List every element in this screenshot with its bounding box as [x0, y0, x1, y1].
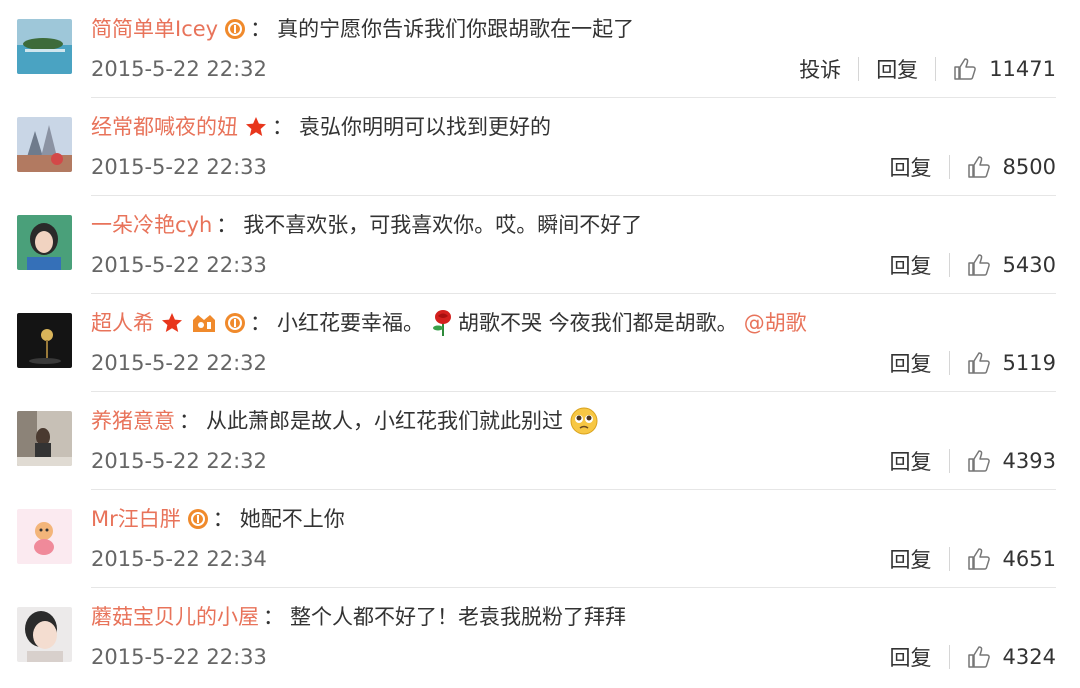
like-count: 5430 — [1002, 253, 1056, 277]
like-button[interactable]: 4651 — [967, 547, 1056, 571]
seascape-avatar-icon[interactable] — [17, 19, 72, 74]
action-divider — [948, 351, 950, 375]
comment-item: 经常都喊夜的妞 ： 袁弘你明明可以找到更好的 2015-5-22 22:33 回… — [0, 98, 1080, 196]
comment-timestamp: 2015-5-22 22:33 — [91, 253, 267, 277]
comment-list: 简简单单Icey ： 真的宁愿你告诉我们你跟胡歌在一起了 2015-5-22 2… — [0, 0, 1080, 688]
action-divider — [858, 57, 860, 81]
like-count: 4324 — [1002, 645, 1056, 669]
like-count: 4393 — [1002, 449, 1056, 473]
comment-item: 一朵冷艳cyh ： 我不喜欢张，可我喜欢你。哎。瞬间不好了 2015-5-22 … — [0, 196, 1080, 294]
castle-avatar-icon[interactable] — [17, 117, 72, 172]
member-badge-icon[interactable] — [190, 312, 218, 334]
commenter-name[interactable]: 超人希 — [91, 306, 154, 340]
face-avatar-icon[interactable] — [17, 607, 72, 662]
name-separator: ： — [250, 17, 272, 41]
reply-button[interactable]: 回复 — [890, 152, 932, 182]
commenter-name[interactable]: Mr汪白胖 — [91, 502, 181, 536]
comment-item: 养猪意意 ： 从此萧郎是故人，小红花我们就此别过 2015-5-22 22:32… — [0, 392, 1080, 490]
action-divider — [948, 449, 950, 473]
like-button[interactable]: 11471 — [953, 57, 1056, 81]
star-badge-icon[interactable] — [244, 115, 268, 139]
name-separator: ： — [216, 213, 238, 237]
girl-avatar-icon[interactable] — [17, 215, 72, 270]
name-separator: ： — [212, 507, 234, 531]
action-divider — [948, 155, 950, 179]
vip-badge-icon[interactable] — [224, 18, 246, 40]
thumbs-up-icon — [967, 155, 991, 179]
like-button[interactable]: 8500 — [967, 155, 1056, 179]
thumbs-up-icon — [967, 547, 991, 571]
action-divider — [948, 645, 950, 669]
thumbs-up-icon — [953, 57, 977, 81]
comment-text: 整个人都不好了！老袁我脱粉了拜拜 — [290, 605, 626, 629]
comment-text: 从此萧郎是故人，小红花我们就此别过 — [206, 409, 563, 433]
action-divider — [948, 547, 950, 571]
name-separator: ： — [263, 605, 284, 629]
like-button[interactable]: 5430 — [967, 253, 1056, 277]
name-separator: ： — [272, 115, 293, 139]
comment-timestamp: 2015-5-22 22:32 — [91, 449, 267, 473]
reply-button[interactable]: 回复 — [876, 54, 918, 84]
like-count: 8500 — [1002, 155, 1056, 179]
thumbs-up-icon — [967, 449, 991, 473]
reply-button[interactable]: 回复 — [890, 250, 932, 280]
comment-text: 小红花要幸福。 — [277, 311, 424, 335]
action-divider — [948, 253, 950, 277]
comment-text: 我不喜欢张，可我喜欢你。哎。瞬间不好了 — [243, 213, 643, 237]
star-badge-icon[interactable] — [160, 311, 184, 335]
room-avatar-icon[interactable] — [17, 411, 72, 466]
reply-button[interactable]: 回复 — [890, 446, 932, 476]
report-button[interactable]: 投诉 — [799, 54, 841, 84]
comment-text-continued: 胡歌不哭 今夜我们都是胡歌。 — [458, 311, 738, 335]
comment-item: Mr汪白胖 ： 她配不上你 2015-5-22 22:34 回复 4651 — [0, 490, 1080, 588]
commenter-name[interactable]: 经常都喊夜的妞 — [91, 110, 238, 144]
comment-item: 超人希 ： 小红花要幸福。 胡歌不哭 今夜我们都是胡歌。 @胡歌 2015-5-… — [0, 294, 1080, 392]
pleading-face-emoji-icon — [569, 406, 599, 436]
comment-timestamp: 2015-5-22 22:32 — [91, 57, 267, 81]
reply-button[interactable]: 回复 — [890, 348, 932, 378]
dark-avatar-icon[interactable] — [17, 313, 72, 368]
like-count: 4651 — [1002, 547, 1056, 571]
like-button[interactable]: 4393 — [967, 449, 1056, 473]
like-button[interactable]: 5119 — [967, 351, 1056, 375]
vip-badge-icon[interactable] — [187, 508, 209, 530]
commenter-name[interactable]: 一朵冷艳cyh — [91, 208, 212, 242]
commenter-name[interactable]: 养猪意意 — [91, 404, 175, 438]
reply-button[interactable]: 回复 — [890, 544, 932, 574]
like-count: 5119 — [1002, 351, 1056, 375]
comment-text: 真的宁愿你告诉我们你跟胡歌在一起了 — [277, 17, 635, 41]
comment-timestamp: 2015-5-22 22:33 — [91, 645, 267, 669]
comment-timestamp: 2015-5-22 22:32 — [91, 351, 267, 375]
commenter-name[interactable]: 简简单单Icey — [91, 12, 218, 46]
vip-badge-icon[interactable] — [224, 312, 246, 334]
thumbs-up-icon — [967, 253, 991, 277]
comment-timestamp: 2015-5-22 22:33 — [91, 155, 267, 179]
name-separator: ： — [250, 311, 271, 335]
thumbs-up-icon — [967, 645, 991, 669]
commenter-name[interactable]: 蘑菇宝贝儿的小屋 — [91, 600, 259, 634]
comment-timestamp: 2015-5-22 22:34 — [91, 547, 267, 571]
name-separator: ： — [179, 409, 200, 433]
cartoon-avatar-icon[interactable] — [17, 509, 72, 564]
mention-link[interactable]: @胡歌 — [744, 306, 807, 340]
like-button[interactable]: 4324 — [967, 645, 1056, 669]
reply-button[interactable]: 回复 — [890, 642, 932, 672]
rose-emoji-icon — [430, 309, 456, 337]
comment-item: 简简单单Icey ： 真的宁愿你告诉我们你跟胡歌在一起了 2015-5-22 2… — [0, 0, 1080, 98]
action-divider — [935, 57, 937, 81]
comment-item: 蘑菇宝贝儿的小屋 ： 整个人都不好了！老袁我脱粉了拜拜 2015-5-22 22… — [0, 588, 1080, 686]
comment-text: 袁弘你明明可以找到更好的 — [299, 115, 551, 139]
like-count: 11471 — [989, 57, 1056, 81]
comment-text: 她配不上你 — [239, 507, 345, 531]
thumbs-up-icon — [967, 351, 991, 375]
